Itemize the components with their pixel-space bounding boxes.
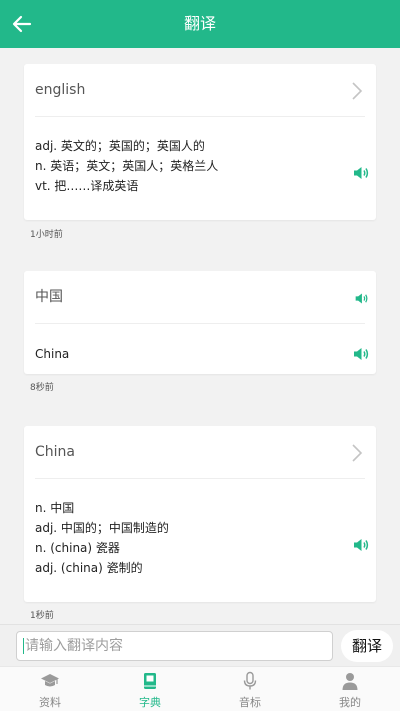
divider xyxy=(35,323,365,324)
speaker-icon[interactable] xyxy=(354,291,369,306)
translate-input[interactable]: 请输入翻译内容 xyxy=(16,631,333,661)
person-icon xyxy=(342,673,358,690)
meaning-line: adj. 中国的；中国制造的 xyxy=(35,521,169,535)
meaning-line: vt. 把……译成英语 xyxy=(35,179,139,193)
tab-dictionary[interactable]: 字典 xyxy=(100,667,200,711)
source-text: 中国 xyxy=(35,289,63,305)
meaning-line: n. (china) 瓷器 xyxy=(35,541,120,555)
history-card[interactable]: China n. 中国 adj. 中国的；中国制造的 n. (china) 瓷器… xyxy=(24,426,376,602)
source-text: english xyxy=(35,82,86,98)
tab-mine[interactable]: 我的 xyxy=(300,667,400,711)
chevron-right-icon[interactable] xyxy=(350,442,364,464)
meaning-line: n. 英语；英文；英国人；英格兰人 xyxy=(35,159,219,173)
history-card[interactable]: english adj. 英文的；英国的；英国人的 n. 英语；英文；英国人；英… xyxy=(24,64,376,220)
tab-label: 字典 xyxy=(139,696,161,709)
graduation-cap-icon xyxy=(41,674,59,687)
tab-label: 资料 xyxy=(39,696,61,709)
divider xyxy=(35,116,365,117)
chevron-right-icon[interactable] xyxy=(350,80,364,102)
app-header: 翻译 xyxy=(0,0,400,48)
timestamp: 1小时前 xyxy=(30,230,63,240)
history-card[interactable]: 中国 China xyxy=(24,271,376,374)
meaning-line: adj. (china) 瓷制的 xyxy=(35,561,143,575)
page-title: 翻译 xyxy=(183,14,216,33)
tab-materials[interactable]: 资料 xyxy=(0,667,100,711)
timestamp: 1秒前 xyxy=(30,611,54,621)
text-caret xyxy=(23,638,24,654)
meaning-line: n. 中国 xyxy=(35,501,75,515)
meaning-line: China xyxy=(35,347,70,361)
bottom-tab-bar: 资料 字典 音标 我的 xyxy=(0,666,400,711)
translate-input-bar: 请输入翻译内容 翻译 xyxy=(0,624,400,666)
tab-phonetics[interactable]: 音标 xyxy=(200,667,300,711)
tab-label: 音标 xyxy=(239,696,261,709)
timestamp: 8秒前 xyxy=(30,383,54,393)
speaker-icon[interactable] xyxy=(352,164,370,182)
tab-label: 我的 xyxy=(339,696,361,709)
input-placeholder: 请输入翻译内容 xyxy=(25,638,123,654)
source-text: China xyxy=(35,444,75,460)
speaker-icon[interactable] xyxy=(352,345,370,363)
speaker-icon[interactable] xyxy=(352,536,370,554)
divider xyxy=(35,478,365,479)
microphone-icon xyxy=(243,671,257,690)
meaning-line: adj. 英文的；英国的；英国人的 xyxy=(35,139,205,153)
book-icon xyxy=(144,673,156,689)
translate-button[interactable]: 翻译 xyxy=(341,630,393,662)
